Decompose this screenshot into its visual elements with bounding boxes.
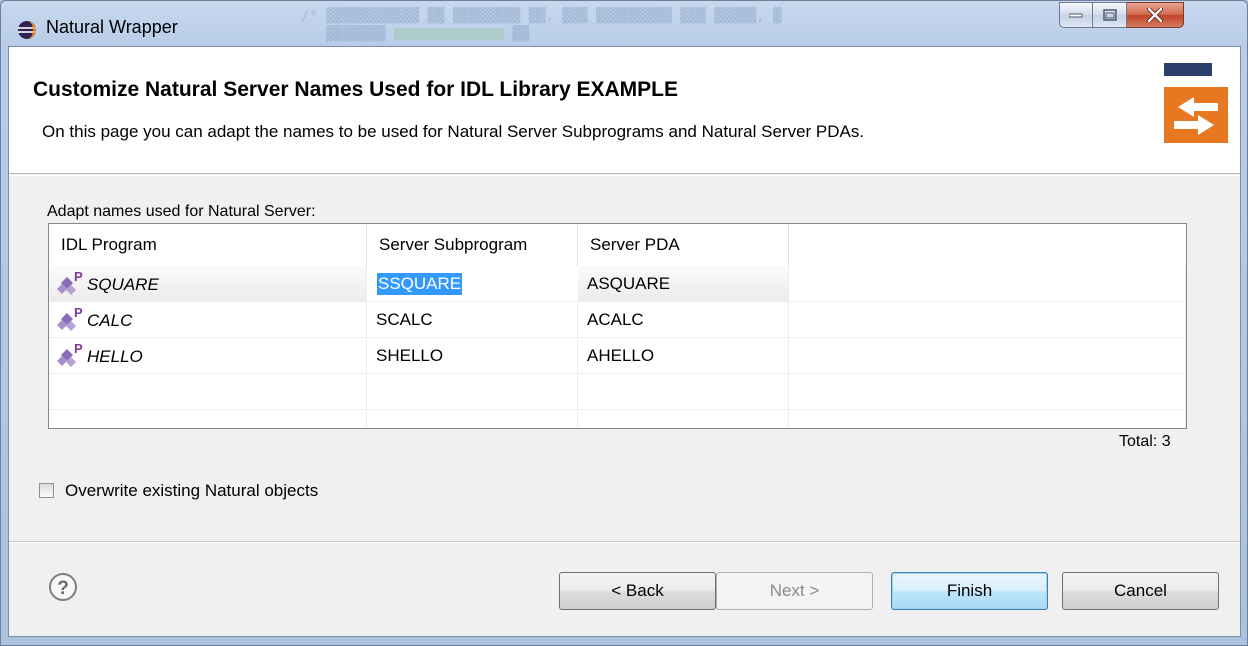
title-bar[interactable]: /* ▓▓▓▓▓▓▓▓▓▓▓ ▓▓ ▓▓▓▓▓▓▓▓ ▓▓, ▓▓▓ ▓▓▓▓▓…: [1, 1, 1247, 47]
idl-program-icon: P: [57, 305, 83, 331]
overwrite-checkbox-label[interactable]: Overwrite existing Natural objects: [65, 481, 318, 501]
empty-cell: [578, 374, 789, 409]
table-header: IDL Program Server Subprogram Server PDA: [49, 224, 1186, 266]
window-title: Natural Wrapper: [46, 17, 178, 37]
footer-separator-highlight: [9, 542, 1240, 543]
filler-cell: [789, 338, 1186, 373]
finish-button[interactable]: Finish: [891, 572, 1048, 610]
subprogram-edit-field[interactable]: SSQUARE: [367, 266, 578, 301]
filler-cell: [789, 302, 1186, 337]
table-row[interactable]: P SQUARE SSQUARE ASQUARE: [49, 266, 1186, 302]
close-icon: [1147, 8, 1163, 22]
maximize-icon: [1102, 9, 1117, 21]
empty-cell: [789, 410, 1186, 428]
close-button[interactable]: [1127, 2, 1184, 28]
pda-cell[interactable]: ACALC: [578, 302, 789, 337]
idl-program-icon: P: [57, 341, 83, 367]
empty-table-row: [49, 374, 1186, 410]
minimize-icon: [1069, 13, 1083, 18]
table-label: Adapt names used for Natural Server:: [47, 203, 316, 220]
idl-program-icon: P: [57, 269, 83, 295]
names-table: IDL Program Server Subprogram Server PDA…: [48, 223, 1187, 429]
subprogram-value-selected[interactable]: SSQUARE: [377, 273, 463, 295]
program-name: CALC: [87, 311, 133, 331]
table-row[interactable]: P HELLO SHELLO AHELLO: [49, 338, 1186, 374]
program-name: HELLO: [87, 347, 143, 367]
page-description: On this page you can adapt the names to …: [42, 122, 865, 141]
column-header-server-subprogram[interactable]: Server Subprogram: [367, 224, 578, 266]
minimize-button[interactable]: [1059, 2, 1093, 28]
maximize-button[interactable]: [1093, 2, 1127, 28]
table-row[interactable]: P CALC SCALC ACALC: [49, 302, 1186, 338]
svg-text:P: P: [74, 305, 83, 320]
subprogram-cell[interactable]: SCALC: [367, 302, 578, 337]
dialog-window: /* ▓▓▓▓▓▓▓▓▓▓▓ ▓▓ ▓▓▓▓▓▓▓▓ ▓▓, ▓▓▓ ▓▓▓▓▓…: [0, 0, 1248, 646]
subprogram-cell[interactable]: SHELLO: [367, 338, 578, 373]
svg-text:P: P: [74, 341, 83, 356]
column-header-idl-program[interactable]: IDL Program: [49, 224, 367, 266]
filler-cell: [789, 266, 1186, 301]
dialog-client-area: Customize Natural Server Names Used for …: [8, 46, 1241, 637]
empty-cell: [49, 374, 367, 409]
header-separator: [9, 175, 1240, 176]
empty-cell: [578, 410, 789, 428]
cancel-button[interactable]: Cancel: [1062, 572, 1219, 610]
help-icon[interactable]: ?: [48, 572, 78, 602]
back-button[interactable]: < Back: [559, 572, 716, 610]
empty-cell: [367, 410, 578, 428]
program-cell[interactable]: P HELLO: [49, 338, 367, 373]
pda-cell[interactable]: ASQUARE: [578, 266, 789, 301]
column-header-server-pda[interactable]: Server PDA: [578, 224, 789, 266]
wizard-banner-icon: [1164, 63, 1228, 143]
empty-cell: [49, 410, 367, 428]
svg-text:?: ?: [57, 578, 69, 599]
wizard-header: Customize Natural Server Names Used for …: [9, 47, 1240, 174]
total-count: Total: 3: [1119, 433, 1171, 450]
svg-text:P: P: [74, 269, 83, 284]
next-button[interactable]: Next >: [716, 572, 873, 610]
empty-cell: [789, 374, 1186, 409]
empty-table-row: [49, 410, 1186, 428]
empty-cell: [367, 374, 578, 409]
program-cell[interactable]: P SQUARE: [49, 266, 367, 301]
column-header-filler: [789, 224, 1186, 266]
overwrite-checkbox[interactable]: [39, 483, 54, 498]
page-title: Customize Natural Server Names Used for …: [33, 78, 678, 101]
program-cell[interactable]: P CALC: [49, 302, 367, 337]
eclipse-icon: [18, 21, 36, 39]
background-window-text: /* ▓▓▓▓▓▓▓▓▓▓▓ ▓▓ ▓▓▓▓▓▓▓▓ ▓▓, ▓▓▓ ▓▓▓▓▓…: [301, 8, 782, 42]
pda-cell[interactable]: AHELLO: [578, 338, 789, 373]
program-name: SQUARE: [87, 275, 159, 295]
